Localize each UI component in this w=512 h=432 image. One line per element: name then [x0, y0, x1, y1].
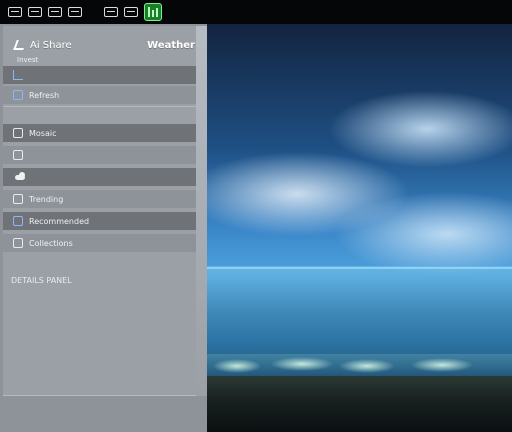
panel-header-right[interactable]: Weather — [147, 40, 195, 51]
panel-row-6-label: Trending — [29, 194, 64, 204]
active-app-button[interactable] — [144, 3, 162, 21]
book-icon — [13, 150, 23, 160]
panel-brand[interactable]: Ai Share — [13, 39, 72, 51]
system-icon — [104, 7, 118, 17]
shore-sand — [207, 376, 512, 432]
panel-row-2-label: Refresh — [29, 90, 60, 100]
wave-foam — [207, 354, 512, 376]
panel-subheader: Invest — [17, 56, 39, 64]
bracket-icon — [13, 70, 23, 80]
chart-icon — [13, 194, 23, 204]
panel-row-7-label: Recommended — [29, 216, 90, 226]
panel-row-5[interactable] — [3, 168, 197, 186]
cloud-icon — [13, 172, 27, 182]
file-icon — [13, 90, 23, 100]
panel-row-6[interactable]: Trending — [3, 190, 197, 208]
top-apps-item[interactable] — [48, 5, 62, 19]
beach-photo — [207, 24, 512, 432]
panel-divider-1 — [3, 106, 197, 107]
tasks-icon — [68, 7, 82, 17]
top-system-item[interactable] — [104, 5, 118, 19]
folder-icon — [13, 128, 23, 138]
brand-mark-icon — [13, 40, 27, 50]
top-status-item[interactable] — [124, 5, 138, 19]
top-tasks-item[interactable] — [68, 5, 82, 19]
status-icon — [124, 7, 138, 17]
panel-row-7[interactable]: Recommended — [3, 212, 197, 230]
panel-row-3-label: Mosaic — [29, 128, 57, 138]
panel-row-2[interactable]: Refresh — [3, 86, 197, 104]
panel-header-left: Ai Share — [30, 39, 72, 51]
panel-row-3[interactable]: Mosaic — [3, 124, 197, 142]
star-icon — [13, 216, 23, 226]
panel-row-8-label: Collections — [29, 238, 73, 248]
panel-row-8[interactable]: Collections — [3, 234, 197, 252]
panel-inner: Ai Share Weather Invest Refresh Mosaic T… — [3, 26, 208, 396]
top-window-item[interactable] — [8, 5, 22, 19]
menu-icon — [28, 7, 42, 17]
top-menu-item[interactable] — [28, 5, 42, 19]
horizon-line — [207, 267, 512, 269]
panel-footer: DETAILS PANEL — [11, 276, 72, 285]
grid-icon — [13, 238, 23, 248]
panel-row-4[interactable] — [3, 146, 197, 164]
panel-header: Ai Share Weather — [13, 36, 195, 54]
left-panel: Ai Share Weather Invest Refresh Mosaic T… — [0, 24, 208, 432]
active-app-icon — [148, 7, 158, 17]
apps-icon — [48, 7, 62, 17]
panel-row-1[interactable] — [3, 66, 197, 84]
top-bar — [0, 0, 512, 24]
window-icon — [8, 7, 22, 17]
